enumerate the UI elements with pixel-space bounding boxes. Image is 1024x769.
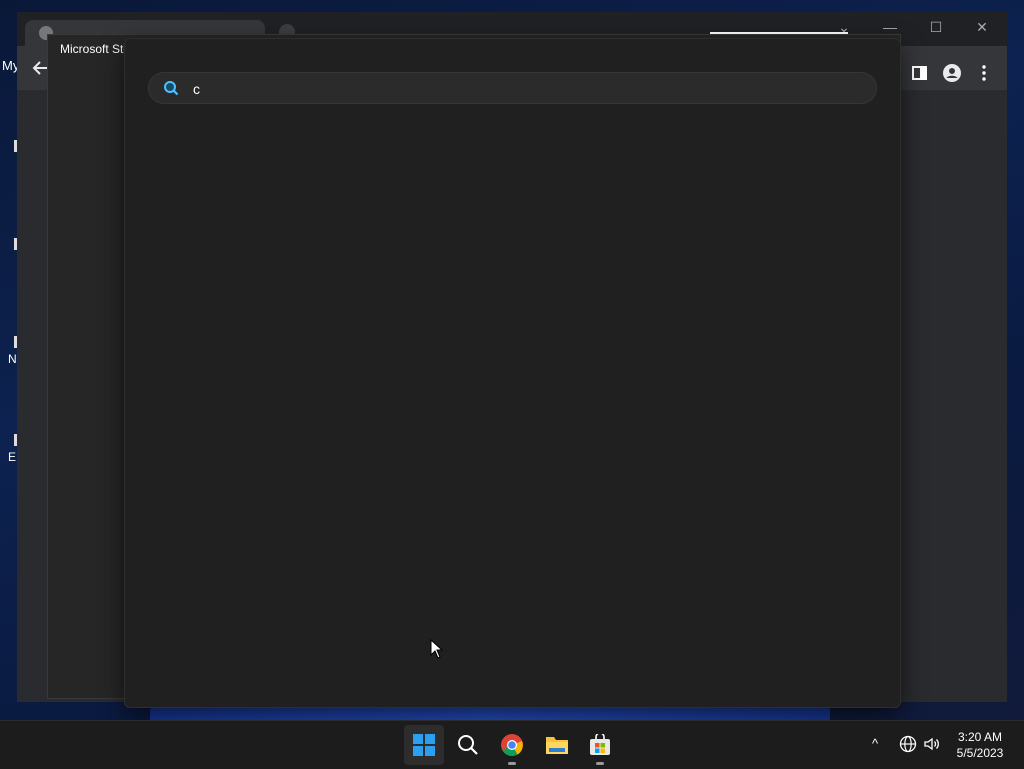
running-indicator: [508, 762, 516, 765]
clock-time: 3:20 AM: [957, 730, 1003, 744]
search-icon: [164, 81, 179, 96]
close-button[interactable]: ✕: [967, 16, 997, 38]
clock-date: 5/5/2023: [956, 746, 1004, 760]
network-globe-icon[interactable]: [899, 735, 917, 753]
taskbar-store-button[interactable]: [580, 725, 620, 765]
taskbar: ^ 3:20 AM 5/5/2023: [0, 720, 1024, 769]
chrome-icon: [501, 734, 523, 756]
desktop-icon-3-label: N: [8, 352, 17, 366]
store-window-title: Microsoft Store: [60, 42, 126, 56]
system-clock[interactable]: 3:20 AM 5/5/2023: [950, 729, 1010, 761]
search-box[interactable]: [148, 72, 877, 104]
taskbar-search-button[interactable]: [448, 725, 488, 765]
windows-logo-icon: [413, 734, 435, 756]
search-input[interactable]: [191, 77, 865, 101]
taskbar-file-explorer-button[interactable]: [536, 725, 576, 765]
microsoft-store-icon: [590, 734, 610, 755]
folder-icon: [546, 737, 568, 754]
profile-icon[interactable]: [943, 64, 961, 82]
taskbar-chrome-button[interactable]: [492, 725, 532, 765]
volume-icon[interactable]: [923, 735, 941, 753]
desktop-icon-4-label: E: [8, 450, 17, 464]
more-menu-icon[interactable]: [975, 64, 993, 82]
maximize-button[interactable]: ☐: [921, 16, 951, 38]
search-flyout: [124, 38, 901, 708]
side-panel-icon[interactable]: [911, 64, 929, 82]
start-button[interactable]: [404, 725, 444, 765]
running-indicator: [596, 762, 604, 765]
search-icon: [458, 735, 478, 755]
tray-overflow-chevron-icon[interactable]: ^: [866, 735, 884, 753]
mouse-cursor-icon: [430, 639, 444, 659]
